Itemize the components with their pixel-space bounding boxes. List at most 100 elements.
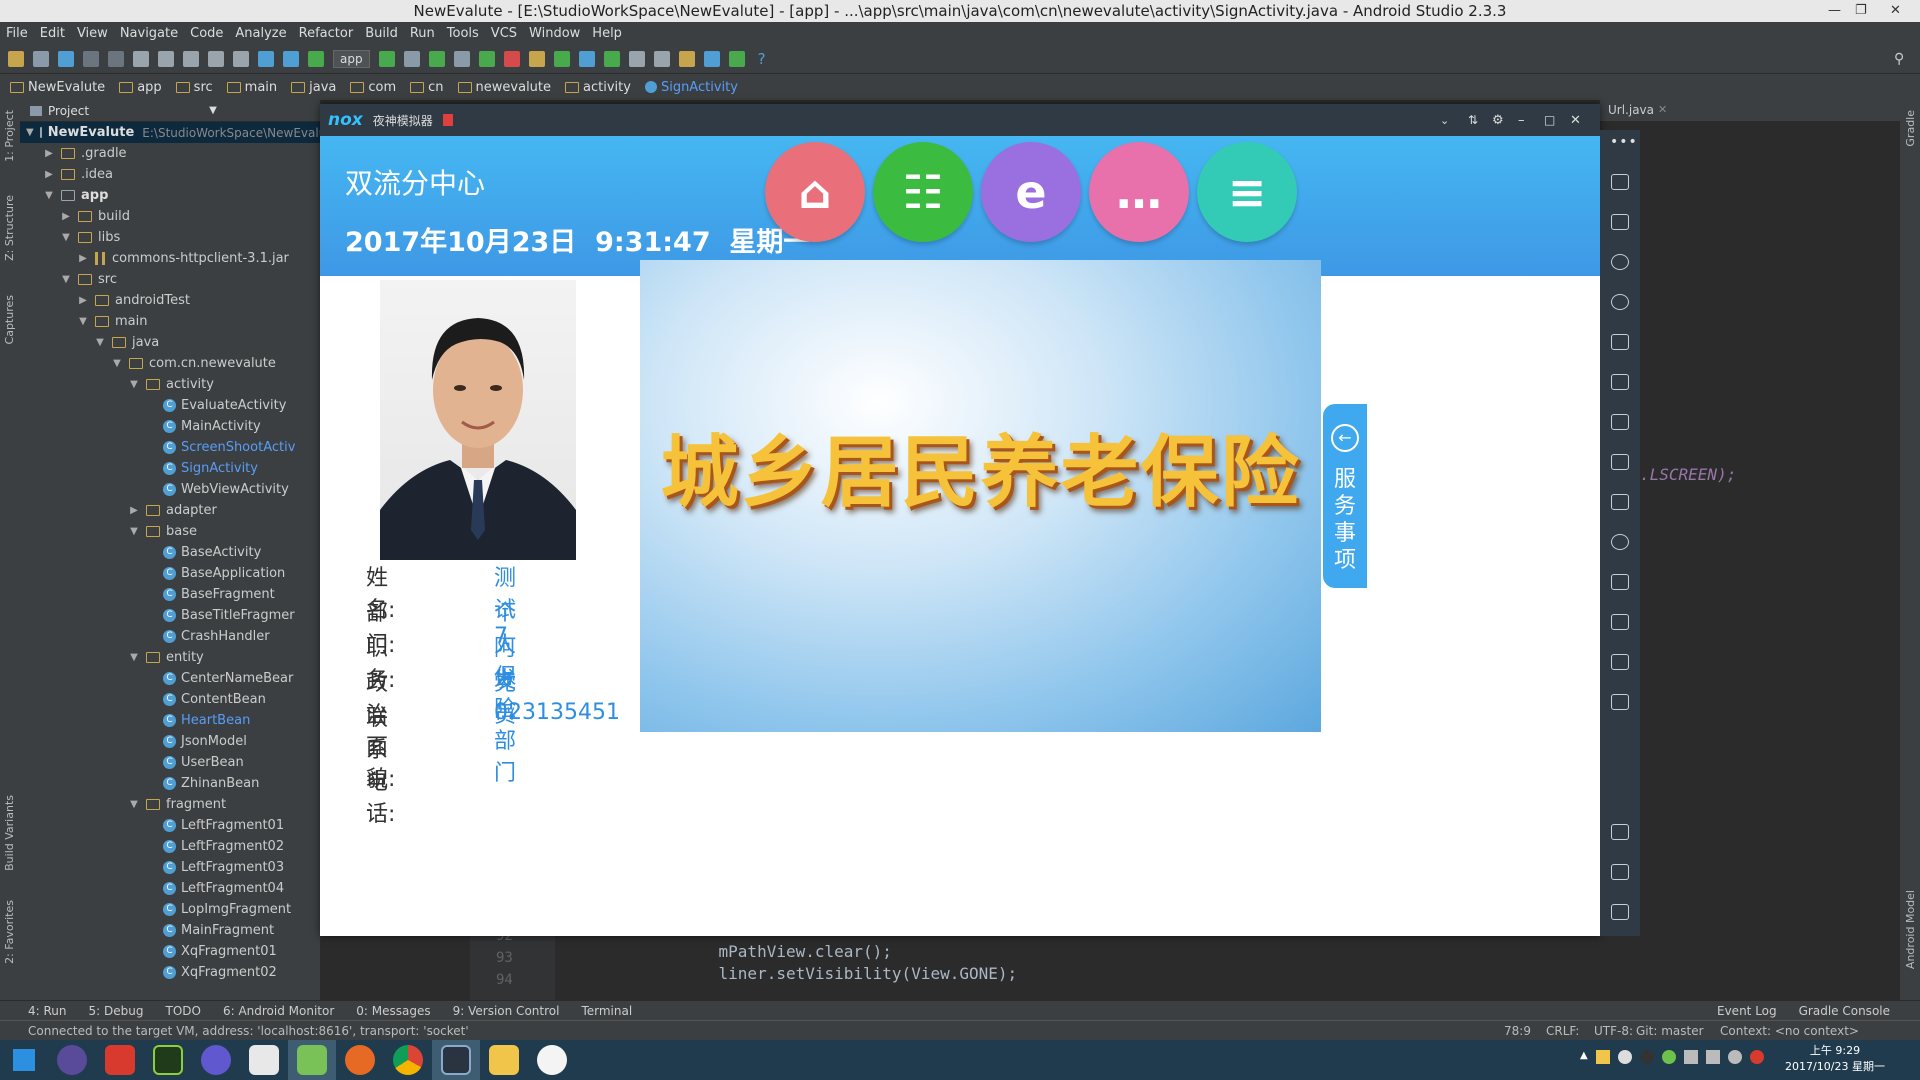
code-line[interactable]: mPathView.clear(); <box>680 942 892 961</box>
tree-class-item[interactable]: C SignActivity <box>20 458 320 479</box>
chevron-down-icon[interactable]: ▼ <box>128 379 140 390</box>
undo-icon[interactable] <box>83 50 99 67</box>
minimize-icon[interactable]: – <box>1518 113 1525 128</box>
stop-icon[interactable] <box>503 50 520 67</box>
find-icon[interactable] <box>208 50 224 67</box>
tree-folder-item[interactable]: ▼ com.cn.newevalute <box>20 353 320 374</box>
tree-class-item[interactable]: C MainFragment <box>20 920 320 941</box>
breadcrumb-item[interactable]: com <box>350 80 396 95</box>
paste-icon[interactable] <box>183 50 199 67</box>
tree-folder-item[interactable]: ▼ base <box>20 521 320 542</box>
forward-icon[interactable] <box>283 50 299 67</box>
record-icon[interactable] <box>1611 614 1629 630</box>
tree-class-item[interactable]: C EvaluateActivity <box>20 395 320 416</box>
git-branch[interactable]: Git: master <box>1636 1024 1704 1038</box>
bottom-tab[interactable]: 6: Android Monitor <box>223 1004 334 1018</box>
tree-class-item[interactable]: C UserBean <box>20 752 320 773</box>
tree-folder-item[interactable]: ▶ androidTest <box>20 290 320 311</box>
menu-code[interactable]: Code <box>190 26 223 41</box>
chevron-down-icon[interactable]: ▼ <box>128 652 140 663</box>
volume-down-icon[interactable] <box>1611 454 1629 470</box>
tree-class-item[interactable]: C JsonModel <box>20 731 320 752</box>
chevron-down-icon[interactable]: ▼ <box>209 105 217 116</box>
bottom-tab[interactable]: Gradle Console <box>1799 1004 1890 1018</box>
tree-class-item[interactable]: C LeftFragment03 <box>20 857 320 878</box>
chevron-down-icon[interactable]: ▼ <box>26 127 34 138</box>
tray-expand-icon[interactable]: ▲ <box>1580 1050 1588 1064</box>
tree-folder-item[interactable]: ▶ .idea <box>20 164 320 185</box>
network-icon[interactable] <box>1705 1050 1720 1064</box>
bottom-tab[interactable]: 4: Run <box>28 1004 67 1018</box>
chevron-right-icon[interactable]: ▶ <box>128 505 140 516</box>
breadcrumb-item[interactable]: NewEvalute <box>10 80 105 95</box>
tree-class-item[interactable]: C CrashHandler <box>20 626 320 647</box>
scissors-icon[interactable] <box>1611 254 1629 270</box>
breadcrumb-item[interactable]: java <box>291 80 336 95</box>
build-icon[interactable] <box>308 50 324 67</box>
volume-icon[interactable] <box>1683 1050 1698 1064</box>
gmail-icon[interactable] <box>96 1040 144 1080</box>
file-explorer-icon[interactable] <box>480 1040 528 1080</box>
tree-folder-item[interactable]: ▶ build <box>20 206 320 227</box>
tree-class-item[interactable]: C BaseApplication <box>20 563 320 584</box>
location-icon[interactable] <box>1611 294 1629 310</box>
vcs-commit-icon[interactable] <box>603 50 620 67</box>
sync-icon[interactable] <box>58 50 74 67</box>
pin-icon[interactable]: ⇅ <box>1468 113 1478 127</box>
tree-class-item[interactable]: C LeftFragment02 <box>20 836 320 857</box>
bottom-tab[interactable]: TODO <box>165 1004 200 1018</box>
macro-icon[interactable] <box>1611 574 1629 590</box>
project-view-select[interactable]: Project <box>48 104 89 118</box>
captures-tool-tab[interactable]: Captures <box>3 295 16 344</box>
tray-qq-icon[interactable] <box>1639 1050 1654 1064</box>
structure-icon[interactable] <box>703 50 720 67</box>
gear-icon[interactable]: ⚙ <box>1492 113 1504 128</box>
dreamweaver-icon[interactable] <box>144 1040 192 1080</box>
caret-position[interactable]: 78:9 <box>1504 1024 1531 1038</box>
menu-run[interactable]: Run <box>410 26 435 41</box>
menu-window[interactable]: Window <box>529 26 580 41</box>
run-icon[interactable] <box>378 50 395 67</box>
sdk-manager-icon[interactable] <box>553 50 570 67</box>
menu-refactor[interactable]: Refactor <box>299 26 354 41</box>
tree-class-item[interactable]: C MainActivity <box>20 416 320 437</box>
breadcrumb-item[interactable]: app <box>119 80 162 95</box>
breadcrumb-item[interactable]: SignActivity <box>644 80 738 95</box>
tree-class-item[interactable]: C ContentBean <box>20 689 320 710</box>
favorites-tool-tab[interactable]: 2: Favorites <box>3 900 16 964</box>
menu-tools[interactable]: Tools <box>447 26 479 41</box>
line-separator[interactable]: CRLF: <box>1546 1024 1579 1038</box>
tree-class-item[interactable]: C BaseActivity <box>20 542 320 563</box>
back-nav-icon[interactable] <box>1611 824 1629 840</box>
qq-icon[interactable] <box>528 1040 576 1080</box>
tree-folder-item[interactable]: ▶ commons-httpclient-3.1.jar <box>20 248 320 269</box>
menu-navigate[interactable]: Navigate <box>120 26 178 41</box>
screen-icon[interactable] <box>1611 334 1629 350</box>
code-editor-icon[interactable] <box>240 1040 288 1080</box>
install-apk-icon[interactable] <box>1611 494 1629 510</box>
tree-class-item[interactable]: C WebViewActivity <box>20 479 320 500</box>
tree-folder-item[interactable]: ▼ java <box>20 332 320 353</box>
eclipse-icon[interactable] <box>48 1040 96 1080</box>
tray-app-icon[interactable] <box>1595 1050 1610 1064</box>
nox-icon[interactable] <box>432 1040 480 1080</box>
fullscreen-icon[interactable] <box>1611 374 1629 390</box>
tree-folder-item[interactable]: ▼ libs <box>20 227 320 248</box>
tree-class-item[interactable]: C ZhinanBean <box>20 773 320 794</box>
tree-class-item[interactable]: C BaseTitleFragmer <box>20 605 320 626</box>
sublime-icon[interactable] <box>192 1040 240 1080</box>
taskbar-clock[interactable]: 上午 9:29 2017/10/23 星期一 <box>1780 1043 1890 1075</box>
tray-wechat-icon[interactable] <box>1661 1050 1676 1064</box>
menu-edit[interactable]: Edit <box>40 26 65 41</box>
chrome-icon[interactable] <box>384 1040 432 1080</box>
tree-class-item[interactable]: C BaseFragment <box>20 584 320 605</box>
run-config-select[interactable]: app <box>333 49 370 68</box>
tree-folder-item[interactable]: ▼ activity <box>20 374 320 395</box>
volume-up-icon[interactable] <box>1611 414 1629 430</box>
tree-class-item[interactable]: C ScreenShootActiv <box>20 437 320 458</box>
chevron-right-icon[interactable]: ▶ <box>77 253 89 264</box>
chevron-right-icon[interactable]: ▶ <box>60 211 72 222</box>
tree-class-item[interactable]: C XqFragment01 <box>20 941 320 962</box>
tree-class-item[interactable]: C LeftFragment04 <box>20 878 320 899</box>
close-tab-icon[interactable]: ✕ <box>1658 103 1667 116</box>
